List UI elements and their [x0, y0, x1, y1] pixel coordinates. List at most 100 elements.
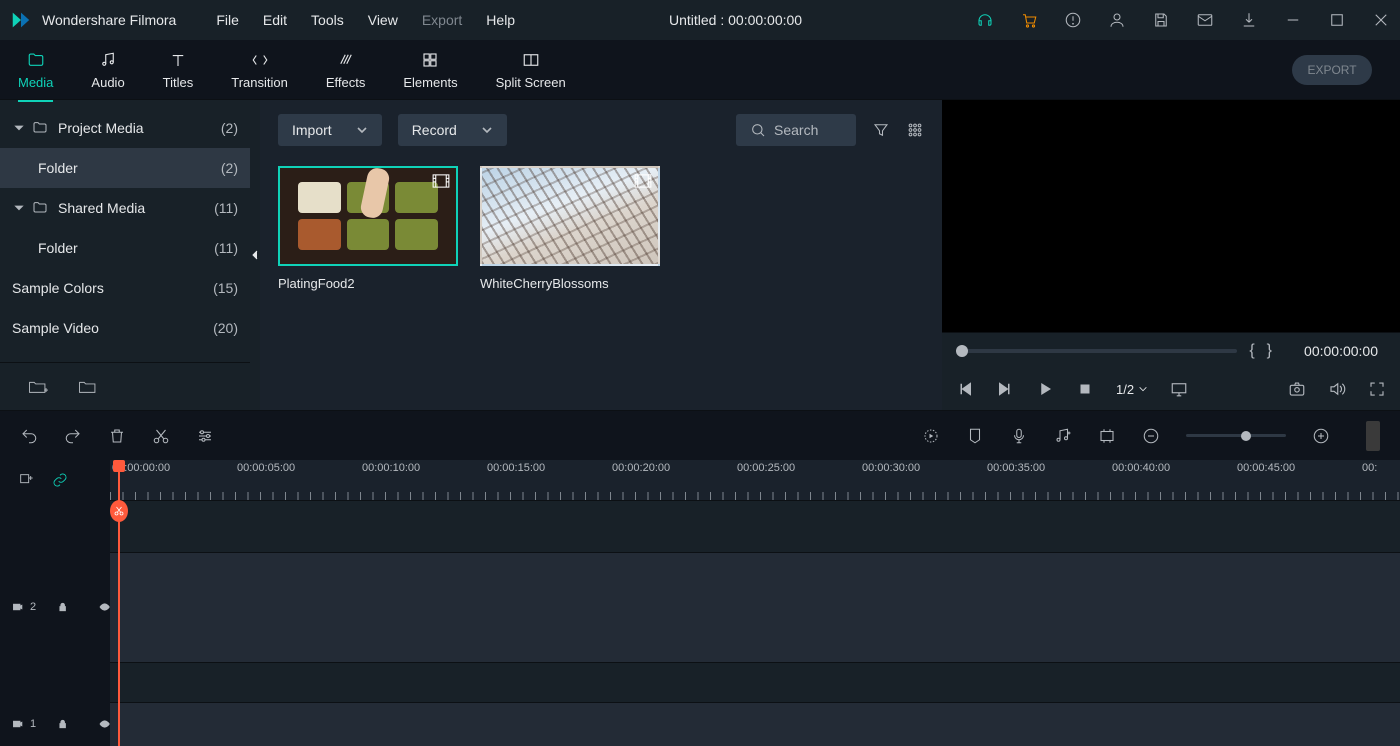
- preview-seek-bar: { } 00:00:00:00: [942, 332, 1400, 368]
- marker-icon[interactable]: [966, 427, 984, 445]
- eye-icon[interactable]: [99, 717, 110, 731]
- tab-elements[interactable]: Elements: [403, 49, 457, 90]
- ruler-mark: 00:00:10:00: [362, 462, 420, 474]
- lock-icon[interactable]: [57, 600, 68, 614]
- tree-sample-video[interactable]: Sample Video (20): [0, 308, 250, 348]
- tab-split-screen[interactable]: Split Screen: [496, 49, 566, 90]
- app-name: Wondershare Filmora: [42, 12, 176, 28]
- seek-slider[interactable]: [958, 349, 1237, 353]
- record-dropdown[interactable]: Record: [398, 114, 507, 146]
- thumbnail-grid: PlatingFood2 WhiteCherryBlossoms: [278, 166, 924, 291]
- snapshot-icon[interactable]: [1288, 380, 1306, 398]
- tree-folder-shared[interactable]: Folder (11): [0, 228, 250, 268]
- grid-view-icon[interactable]: [906, 121, 924, 139]
- crop-icon[interactable]: [1098, 427, 1116, 445]
- close-icon[interactable]: [1372, 11, 1390, 29]
- media-sidebar: Project Media (2) Folder (2) Shared Medi…: [0, 100, 250, 410]
- maximize-icon[interactable]: [1328, 11, 1346, 29]
- track-lane-overlay[interactable]: [110, 500, 1400, 552]
- ruler-mark: 00:00:20:00: [612, 462, 670, 474]
- minimize-icon[interactable]: [1284, 11, 1302, 29]
- preview-video[interactable]: [942, 100, 1400, 332]
- download-icon[interactable]: [1240, 11, 1258, 29]
- menu-help[interactable]: Help: [486, 12, 515, 28]
- sidebar-bottom: [0, 362, 250, 410]
- new-folder-icon[interactable]: [28, 378, 48, 396]
- track-lane-video[interactable]: [110, 552, 1400, 662]
- cut-icon[interactable]: [152, 427, 170, 445]
- preview-controls: 1/2: [942, 368, 1400, 410]
- menu-file[interactable]: File: [216, 12, 239, 28]
- tree-shared-media[interactable]: Shared Media (11): [0, 188, 250, 228]
- zoom-out-icon[interactable]: [1142, 427, 1160, 445]
- ruler-mark: 00:00:00:00: [112, 462, 170, 474]
- render-icon[interactable]: [922, 427, 940, 445]
- stop-icon[interactable]: [1076, 380, 1094, 398]
- mark-out-button[interactable]: }: [1267, 342, 1272, 360]
- tree-sample-colors[interactable]: Sample Colors (15): [0, 268, 250, 308]
- zoom-slider[interactable]: [1186, 434, 1286, 437]
- video-track-icon: [12, 717, 23, 731]
- voiceover-icon[interactable]: [1010, 427, 1028, 445]
- timeline-gutter-head: [0, 460, 110, 500]
- audio-mixer-icon[interactable]: [1054, 427, 1072, 445]
- display-icon[interactable]: [1170, 380, 1188, 398]
- prev-frame-icon[interactable]: [956, 380, 974, 398]
- menu-tools[interactable]: Tools: [311, 12, 344, 28]
- export-button: EXPORT: [1292, 55, 1372, 85]
- search-input[interactable]: Search: [736, 114, 856, 146]
- filter-icon[interactable]: [872, 121, 890, 139]
- track-lane-gap[interactable]: [110, 662, 1400, 702]
- account-icon[interactable]: [1108, 11, 1126, 29]
- delete-icon[interactable]: [108, 427, 126, 445]
- track-body[interactable]: [110, 500, 1400, 746]
- mail-icon[interactable]: [1196, 11, 1214, 29]
- tab-audio[interactable]: Audio: [91, 49, 124, 90]
- cart-icon[interactable]: [1020, 11, 1038, 29]
- tree-project-media[interactable]: Project Media (2): [0, 108, 250, 148]
- track-head-video[interactable]: 2: [0, 552, 110, 662]
- eye-icon[interactable]: [99, 600, 110, 614]
- next-frame-icon[interactable]: [996, 380, 1014, 398]
- ruler[interactable]: 00:00:00:0000:00:05:0000:00:10:0000:00:1…: [110, 460, 1400, 500]
- play-icon[interactable]: [1036, 380, 1054, 398]
- link-icon[interactable]: [52, 472, 68, 488]
- fullscreen-icon[interactable]: [1368, 380, 1386, 398]
- tab-titles[interactable]: Titles: [163, 49, 194, 90]
- thumbnail-item[interactable]: PlatingFood2: [278, 166, 458, 291]
- preview-scale[interactable]: 1/2: [1116, 382, 1148, 397]
- tab-effects[interactable]: Effects: [326, 49, 366, 90]
- lock-icon[interactable]: [57, 717, 68, 731]
- menu-export: Export: [422, 12, 462, 28]
- tab-media[interactable]: Media: [18, 49, 53, 90]
- tab-transition-label: Transition: [231, 75, 288, 90]
- preview-panel: { } 00:00:00:00 1/2: [942, 100, 1400, 410]
- mark-in-button[interactable]: {: [1249, 342, 1254, 360]
- save-icon[interactable]: [1152, 11, 1170, 29]
- timeline-ruler: 00:00:00:0000:00:05:0000:00:10:0000:00:1…: [0, 460, 1400, 500]
- menu-edit[interactable]: Edit: [263, 12, 287, 28]
- title-bar: Wondershare Filmora File Edit Tools View…: [0, 0, 1400, 40]
- support-icon[interactable]: [976, 11, 994, 29]
- tab-media-label: Media: [18, 75, 53, 90]
- redo-icon[interactable]: [64, 427, 82, 445]
- track-head-overlay[interactable]: [0, 500, 110, 552]
- track-lane-audio[interactable]: [110, 702, 1400, 746]
- menu-view[interactable]: View: [368, 12, 398, 28]
- info-icon[interactable]: [1064, 11, 1082, 29]
- tree-folder-project[interactable]: Folder (2): [0, 148, 250, 188]
- sidebar-collapse[interactable]: [250, 100, 260, 410]
- zoom-in-icon[interactable]: [1312, 427, 1330, 445]
- adjust-icon[interactable]: [196, 427, 214, 445]
- thumbnail-item[interactable]: WhiteCherryBlossoms: [480, 166, 660, 291]
- undo-icon[interactable]: [20, 427, 38, 445]
- timeline: 00:00:00:0000:00:05:0000:00:10:0000:00:1…: [0, 460, 1400, 746]
- track-head-audio[interactable]: 1: [0, 702, 110, 746]
- open-folder-icon[interactable]: [78, 378, 98, 396]
- volume-icon[interactable]: [1328, 380, 1346, 398]
- import-dropdown[interactable]: Import: [278, 114, 382, 146]
- tab-transition[interactable]: Transition: [231, 49, 288, 90]
- add-track-icon[interactable]: [18, 472, 34, 488]
- ruler-mark: 00:00:30:00: [862, 462, 920, 474]
- audio-meter[interactable]: [1366, 421, 1380, 451]
